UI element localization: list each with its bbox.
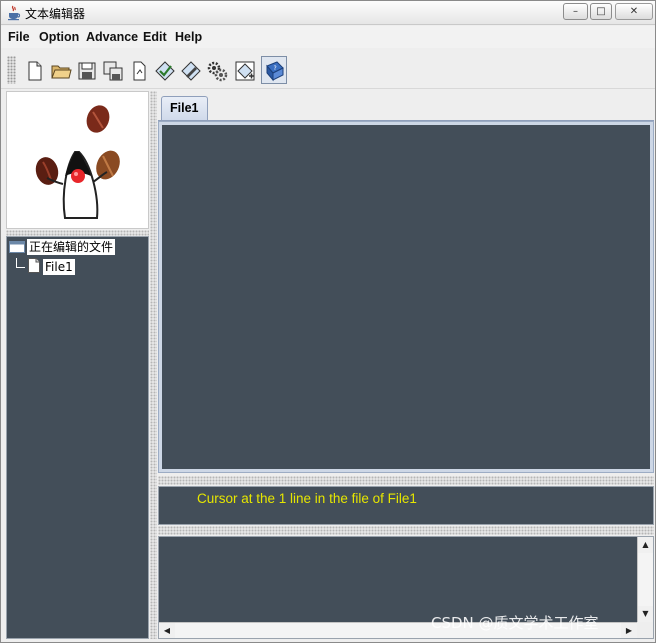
vertical-splitter[interactable]	[150, 91, 157, 639]
editor-status-splitter[interactable]	[158, 476, 654, 485]
tree-connector	[16, 258, 17, 267]
menu-file[interactable]: File	[8, 30, 30, 44]
menu-help[interactable]: Help	[175, 30, 202, 44]
scroll-left-icon[interactable]: ◀	[159, 623, 175, 638]
menu-edit[interactable]: Edit	[143, 30, 167, 44]
document-icon	[28, 258, 40, 273]
java-cup-icon	[8, 5, 21, 21]
new-file-button[interactable]	[21, 56, 47, 84]
check-icon	[155, 61, 175, 81]
file-tree: 正在编辑的文件 File1	[6, 236, 149, 639]
settings-button[interactable]	[203, 56, 229, 84]
tree-connector	[16, 267, 25, 268]
text-editor[interactable]	[158, 121, 654, 473]
watermark-text: CSDN @质文学术工作室	[431, 614, 599, 632]
close-button[interactable]: ✕	[615, 3, 653, 20]
new-file-icon	[28, 61, 42, 81]
page-icon	[133, 61, 146, 81]
toolbar-grip[interactable]	[7, 56, 16, 84]
gears-icon	[207, 61, 228, 82]
scroll-up-icon[interactable]: ▲	[638, 537, 653, 553]
maximize-button[interactable]: □	[590, 3, 612, 20]
save-all-button[interactable]	[99, 56, 125, 84]
open-folder-icon	[51, 65, 72, 79]
status-panel: Cursor at the 1 line in the file of File…	[158, 486, 654, 525]
help-button[interactable]: ?	[261, 56, 287, 84]
tab-file1[interactable]: File1	[161, 96, 208, 121]
tree-item-file1[interactable]: File1	[43, 259, 75, 275]
minimize-button[interactable]: –	[563, 3, 588, 20]
vertical-scrollbar[interactable]: ▲ ▼	[637, 537, 653, 622]
check-button[interactable]	[151, 56, 177, 84]
duke-juggling-image	[35, 105, 120, 219]
scroll-down-icon[interactable]: ▼	[638, 606, 653, 622]
menu-option[interactable]: Option	[39, 30, 79, 44]
app-window: 文本编辑器 – □ ✕ File Option Advance Edit Hel…	[0, 0, 656, 643]
add-icon	[235, 61, 255, 81]
open-button[interactable]	[47, 56, 73, 84]
tab-strip-divider	[158, 120, 654, 121]
save-button[interactable]	[73, 56, 99, 84]
status-message: Cursor at the 1 line in the file of File…	[197, 491, 417, 506]
save-all-icon	[103, 61, 123, 81]
editor-area: File1	[158, 91, 654, 475]
title-bar[interactable]: 文本编辑器 – □ ✕	[1, 1, 655, 25]
tree-root-label[interactable]: 正在编辑的文件	[27, 239, 116, 255]
scroll-corner	[637, 622, 653, 638]
edit-button[interactable]	[177, 56, 203, 84]
left-panel: 正在编辑的文件 File1	[6, 91, 149, 639]
page-button[interactable]	[125, 56, 151, 84]
duke-logo	[6, 91, 149, 229]
status-output-splitter[interactable]	[158, 526, 654, 535]
toolbar: ?	[1, 49, 655, 89]
menu-bar: File Option Advance Edit Help	[1, 26, 655, 48]
menu-advance[interactable]: Advance	[86, 30, 138, 44]
svg-text:?: ?	[274, 65, 277, 72]
save-icon	[78, 62, 96, 80]
window-title: 文本编辑器	[25, 7, 86, 21]
folder-icon	[9, 241, 25, 253]
help-book-icon: ?	[266, 61, 284, 82]
edit-icon	[181, 61, 201, 81]
scroll-right-icon[interactable]: ▶	[621, 623, 637, 638]
add-button[interactable]	[231, 56, 257, 84]
